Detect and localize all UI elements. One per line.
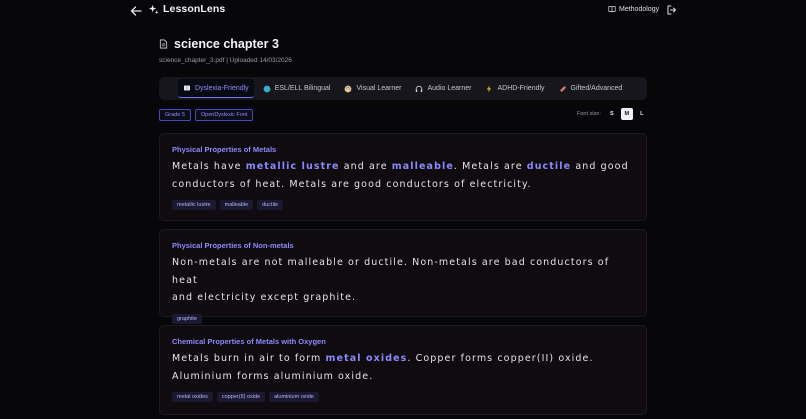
headphones-icon <box>416 85 423 92</box>
tab-label: Dyslexia-Friendly <box>195 84 249 92</box>
tab-label: Visual Learner <box>356 85 402 92</box>
keyword-tag[interactable]: ductile <box>257 200 284 210</box>
section-card: Physical Properties of Metals Metals hav… <box>159 133 647 221</box>
font-chip: OpenDyslexic Font <box>194 109 254 121</box>
open-book-icon <box>608 6 616 13</box>
tab-dyslexia-friendly[interactable]: Dyslexia-Friendly <box>178 79 254 98</box>
body-text: Metals burn in air to form <box>172 353 326 364</box>
section-title: Physical Properties of Metals <box>172 145 277 154</box>
body-text: Aluminium forms aluminium oxide. <box>172 370 374 382</box>
body-text: and good <box>571 161 629 172</box>
section-title: Physical Properties of Non-metals <box>172 241 294 250</box>
font-size-large-button[interactable]: L <box>636 108 648 120</box>
body-text: Metals have <box>172 161 246 172</box>
keyword-tags: graphite <box>172 313 634 324</box>
methodology-link[interactable]: Methodology <box>608 5 659 13</box>
settings-chips: Grade 5 OpenDyslexic Font <box>159 109 254 121</box>
keyword-highlight: malleable <box>391 161 454 172</box>
body-line: conductors of heat. Metals are good cond… <box>172 176 634 194</box>
body-text: and are <box>339 161 392 172</box>
font-size-small-button[interactable]: S <box>606 108 618 120</box>
keyword-tag[interactable]: copper(II) oxide <box>216 392 266 402</box>
keyword-tag[interactable]: graphite <box>172 313 202 324</box>
keyword-highlight: metal oxides <box>325 353 408 364</box>
bolt-icon <box>487 85 492 92</box>
body-line: Metals burn in air to form metal oxides.… <box>172 350 634 368</box>
body-line: Metals have metallic lustre and are mall… <box>172 158 634 176</box>
section-card: Chemical Properties of Metals with Oxyge… <box>159 325 647 415</box>
keyword-highlight: ductile <box>526 161 572 172</box>
body-text: . Metals are <box>453 161 527 172</box>
section-body: Metals burn in air to form metal oxides.… <box>172 350 634 385</box>
document-header: science chapter 3 <box>159 37 279 51</box>
body-line: Non-metals are not malleable or ductile.… <box>172 254 634 289</box>
tab-visual-learner[interactable]: Visual Learner <box>339 79 406 98</box>
body-text: and electricity except graphite. <box>172 292 357 303</box>
tab-label: ESL/ELL Bilingual <box>274 85 331 92</box>
document-subtitle: science_chapter_3.pdf | Uploaded 14/03/2… <box>159 57 292 64</box>
logout-icon[interactable] <box>666 4 678 16</box>
keyword-highlight: metallic lustre <box>245 161 340 172</box>
body-text: . Copper forms copper(II) oxide. <box>407 353 594 364</box>
top-bar: LessonLens Methodology <box>0 0 806 22</box>
keyword-tags: metal oxides copper(II) oxide aluminium ox… <box>172 392 634 402</box>
tab-adhd-friendly[interactable]: ADHD-Friendly <box>480 79 549 98</box>
tab-label: Gifted/Advanced <box>570 85 623 92</box>
body-text: conductors of heat. Metals are good cond… <box>172 178 532 190</box>
body-text: Non-metals are not malleable or ductile.… <box>172 257 610 286</box>
keyword-tag[interactable]: aluminium oxide <box>269 392 319 402</box>
font-size-label: Font size: <box>577 111 601 117</box>
rocket-icon <box>559 85 566 92</box>
methodology-label: Methodology <box>619 5 660 13</box>
grade-chip: Grade 5 <box>159 109 191 121</box>
tab-gifted-advanced[interactable]: Gifted/Advanced <box>554 79 628 98</box>
section-body: Metals have metallic lustre and are mall… <box>172 158 634 193</box>
tab-audio-learner[interactable]: Audio Learner <box>410 79 476 98</box>
brand[interactable]: LessonLens <box>148 3 225 15</box>
section-card: Physical Properties of Non-metals Non-me… <box>159 229 647 324</box>
keyword-tag[interactable]: metal oxides <box>172 392 213 402</box>
keyword-tags: metallic lustre malleable ductile <box>172 200 634 210</box>
book-icon <box>184 85 190 91</box>
keyword-tag[interactable]: metallic lustre <box>172 200 216 210</box>
section-title: Chemical Properties of Metals with Oxyge… <box>172 337 326 346</box>
globe-icon <box>263 85 271 92</box>
body-line: Aluminium forms aluminium oxide. <box>172 368 634 386</box>
keyword-tag[interactable]: malleable <box>219 200 254 210</box>
page-title: science chapter 3 <box>174 37 279 51</box>
font-size-medium-button[interactable]: M <box>620 108 633 120</box>
brand-name: LessonLens <box>163 3 226 15</box>
back-arrow-icon[interactable] <box>129 4 143 18</box>
tab-label: ADHD-Friendly <box>497 85 545 92</box>
palette-icon <box>345 85 352 92</box>
body-line: and electricity except graphite. <box>172 289 634 307</box>
document-icon <box>159 39 168 49</box>
font-size-control: Font size: S M L <box>577 108 648 120</box>
sparkle-logo-icon <box>148 4 159 14</box>
tab-label: Audio Learner <box>427 85 472 92</box>
learner-profile-tabs: Dyslexia-Friendly ESL/ELL Bilingual Visu… <box>159 77 647 100</box>
section-body: Non-metals are not malleable or ductile.… <box>172 254 634 307</box>
tab-esl-ell-bilingual[interactable]: ESL/ELL Bilingual <box>258 79 336 98</box>
